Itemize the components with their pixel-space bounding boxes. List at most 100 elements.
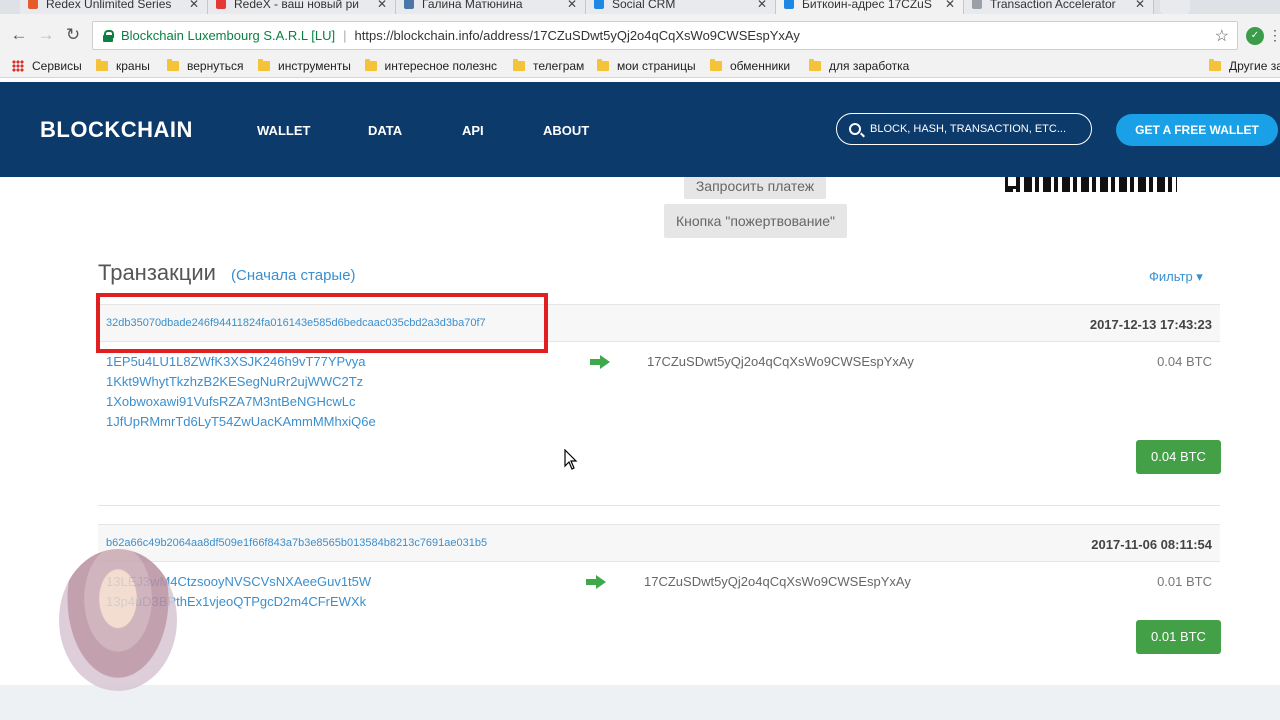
bookmark-label: для заработка <box>829 59 910 73</box>
forward-arrow-icon[interactable]: → <box>35 24 57 46</box>
qr-code-corner <box>1005 177 1019 189</box>
folder-icon <box>1209 59 1221 71</box>
tab-title: Transaction Accelerator <box>990 0 1116 11</box>
transaction-total-badge[interactable]: 0.01 BTC <box>1136 620 1221 654</box>
folder-icon <box>809 59 821 71</box>
bookmarks-bar: Сервисы краны вернуться инструменты инте… <box>0 56 1280 78</box>
browser-tab-transaction-accelerator[interactable]: Transaction Accelerator ✕ <box>964 0 1154 14</box>
tab-title: Галина Матюнина <box>422 0 523 11</box>
bookmark-label: инструменты <box>278 59 351 73</box>
site-search[interactable] <box>836 113 1092 145</box>
reload-icon[interactable]: ↻ <box>62 24 84 46</box>
input-address-link[interactable]: 1Kkt9WhytTkzhzB2KESegNuRr2ujWWC2Tz <box>106 374 363 389</box>
close-icon[interactable]: ✕ <box>945 0 955 11</box>
browser-tab-social-crm[interactable]: Social CRM ✕ <box>586 0 776 14</box>
nav-data[interactable]: DATA <box>368 123 402 138</box>
search-icon <box>849 123 861 135</box>
folder-icon <box>710 59 722 71</box>
main-content: Запросить платеж Кнопка "пожертвование" … <box>0 177 1280 720</box>
lock-icon <box>103 29 114 42</box>
tab-title: RedeX - ваш новый ри <box>234 0 359 11</box>
close-icon[interactable]: ✕ <box>377 0 387 11</box>
url-text[interactable]: https://blockchain.info/address/17CZuSDw… <box>355 28 800 43</box>
browser-toolbar: ← → ↻ Blockchain Luxembourg S.A.R.L [LU]… <box>0 14 1280 56</box>
bookmark-folder-vernutsya[interactable]: вернуться <box>167 59 243 73</box>
folder-icon <box>96 59 108 71</box>
output-amount: 0.04 BTC <box>1157 354 1212 369</box>
bookmark-folder-instrumenty[interactable]: инструменты <box>258 59 351 73</box>
site-header: BLOCKCHAIN WALLET DATA API ABOUT GET A F… <box>0 82 1280 177</box>
new-tab-button[interactable] <box>1160 0 1190 14</box>
filter-dropdown[interactable]: Фильтр ▾ <box>1149 269 1203 285</box>
browser-tab-redex-unlimited[interactable]: Redex Unlimited Series ✕ <box>20 0 208 14</box>
close-icon[interactable]: ✕ <box>189 0 199 11</box>
browser-tab-bitcoin-address[interactable]: Биткоин-адрес 17CZuS ✕ <box>776 0 964 14</box>
nav-about[interactable]: ABOUT <box>543 123 589 138</box>
bookmark-apps[interactable]: Сервисы <box>12 59 82 73</box>
transaction-divider <box>98 505 1220 506</box>
request-payment-button[interactable]: Запросить платеж <box>684 177 826 199</box>
search-input[interactable] <box>870 123 1070 135</box>
close-icon[interactable]: ✕ <box>1135 0 1145 11</box>
input-address-link[interactable]: 1EP5u4LU1L8ZWfK3XSJK246h9vT77YPvya <box>106 354 365 369</box>
blockchain-logo[interactable]: BLOCKCHAIN <box>40 117 193 143</box>
bookmark-label: краны <box>116 59 150 73</box>
bookmark-star-icon[interactable]: ☆ <box>1215 26 1229 46</box>
bookmark-folder-dlya-zarabotka[interactable]: для заработка <box>809 59 909 73</box>
certificate-name[interactable]: Blockchain Luxembourg S.A.R.L [LU] <box>121 28 335 43</box>
folder-icon <box>597 59 609 71</box>
transaction-date: 2017-11-06 08:11:54 <box>1091 537 1212 552</box>
footer-band <box>0 685 1280 720</box>
tab-title: Биткоин-адрес 17CZuS <box>802 0 932 11</box>
input-address-link[interactable]: 1JfUpRMmrTd6LyT54ZwUacKAmmMMhxiQ6e <box>106 414 376 429</box>
transaction-total-badge[interactable]: 0.04 BTC <box>1136 440 1221 474</box>
transaction-date: 2017-12-13 17:43:23 <box>1089 317 1212 332</box>
browser-tab-vk[interactable]: Галина Матюнина ✕ <box>396 0 586 14</box>
red-highlight-box <box>96 293 548 353</box>
output-address: 17CZuSDwt5yQj2o4qCqXsWo9CWSEspYxAy <box>644 574 911 589</box>
bookmark-label: вернуться <box>187 59 244 73</box>
transaction-hash-link[interactable]: b62a66c49b2064aa8df509e1f66f843a7b3e8565… <box>106 537 487 549</box>
bookmark-folder-moi-stranitsy[interactable]: мои страницы <box>597 59 696 73</box>
menu-dots-icon[interactable]: ⋮ <box>1268 27 1280 44</box>
close-icon[interactable]: ✕ <box>757 0 767 11</box>
bookmark-label: обменники <box>730 59 791 73</box>
blockchain-favicon-icon <box>784 0 794 9</box>
address-bar[interactable]: Blockchain Luxembourg S.A.R.L [LU] | htt… <box>92 21 1238 50</box>
vk-favicon-icon <box>404 0 414 9</box>
folder-icon <box>167 59 179 71</box>
bookmark-folder-telegram[interactable]: телеграм <box>513 59 584 73</box>
tab-title: Redex Unlimited Series <box>46 0 172 11</box>
sort-oldest-first-link[interactable]: (Сначала старые) <box>231 267 356 284</box>
shield-extension-icon[interactable]: ✓ <box>1246 27 1264 45</box>
arrow-right-icon <box>590 355 610 369</box>
bookmark-folder-obmenniki[interactable]: обменники <box>710 59 790 73</box>
donate-button[interactable]: Кнопка "пожертвование" <box>664 204 847 238</box>
bookmark-label: телеграм <box>533 59 585 73</box>
output-address: 17CZuSDwt5yQj2o4qCqXsWo9CWSEspYxAy <box>647 354 914 369</box>
folder-icon <box>365 59 377 71</box>
bookmark-folder-kraný[interactable]: краны <box>96 59 150 73</box>
arrow-right-icon <box>586 575 606 589</box>
webcam-avatar-overlay <box>59 549 177 691</box>
nav-wallet[interactable]: WALLET <box>257 123 310 138</box>
bookmark-label: Сервисы <box>32 59 82 73</box>
folder-icon <box>258 59 270 71</box>
bookmark-label: Другие за <box>1229 59 1280 73</box>
bookmark-label: интересное полезнс <box>384 59 497 73</box>
qr-code <box>1005 177 1177 192</box>
browser-tab-redex[interactable]: RedeX - ваш новый ри ✕ <box>208 0 396 14</box>
bookmark-folder-other[interactable]: Другие за <box>1209 59 1280 73</box>
close-icon[interactable]: ✕ <box>567 0 577 11</box>
bookmark-folder-interesnoe[interactable]: интересное полезнс <box>365 59 497 73</box>
transactions-title: Транзакции <box>98 260 216 285</box>
output-amount: 0.01 BTC <box>1157 574 1212 589</box>
tab-title: Social CRM <box>612 0 676 11</box>
folder-icon <box>513 59 525 71</box>
social-crm-favicon-icon <box>594 0 604 9</box>
redex-favicon-icon <box>216 0 226 9</box>
input-address-link[interactable]: 1Xobwoxawi91VufsRZA7M3ntBeNGHcwLc <box>106 394 356 409</box>
back-arrow-icon[interactable]: ← <box>8 24 30 46</box>
nav-api[interactable]: API <box>462 123 484 138</box>
get-free-wallet-button[interactable]: GET A FREE WALLET <box>1116 114 1278 146</box>
